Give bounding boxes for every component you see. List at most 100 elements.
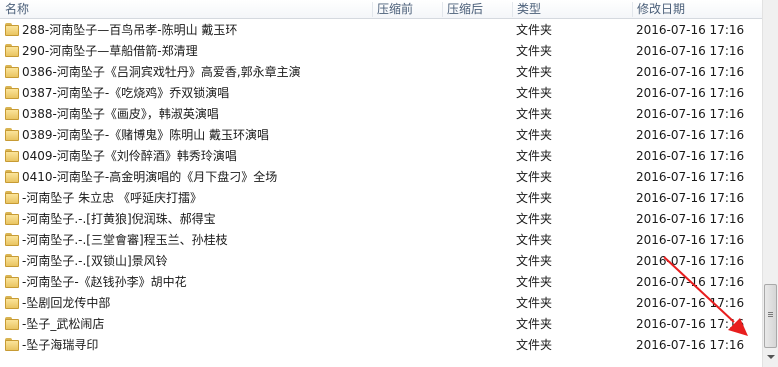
folder-icon — [4, 253, 20, 267]
file-name-cell: -坠子_武松闹店 — [4, 314, 370, 335]
file-name: 0409-河南坠子《刘伶醉酒》韩秀玲演唱 — [22, 149, 237, 163]
column-type-label: 类型 — [517, 2, 542, 16]
file-name: -河南坠子-《赵钱孙李》胡中花 — [22, 275, 187, 289]
file-type: 文件夹 — [516, 23, 553, 37]
file-name-cell: -河南坠子 朱立忠 《呼延庆打擂》 — [4, 188, 370, 209]
vertical-scrollbar[interactable] — [762, 0, 778, 367]
file-name: -河南坠子.-.[三堂會審]程玉兰、孙桂枝 — [22, 233, 228, 247]
file-type: 文件夹 — [516, 107, 553, 121]
file-type: 文件夹 — [516, 170, 553, 184]
folder-icon — [4, 211, 20, 225]
file-type: 文件夹 — [516, 275, 553, 289]
table-row[interactable]: -坠子_武松闹店 文件夹 2016-07-16 17:16 — [0, 314, 762, 335]
file-name-cell: 0388-河南坠子《画皮》，韩淑英演唱 — [4, 104, 370, 125]
file-type: 文件夹 — [516, 338, 553, 352]
file-name: 0389-河南坠子-《赌博鬼》陈明山 戴玉环演唱 — [22, 128, 270, 142]
file-date: 2016-07-16 17:16 — [636, 65, 745, 79]
file-date: 2016-07-16 17:16 — [636, 338, 745, 352]
file-date: 2016-07-16 17:16 — [636, 317, 745, 331]
column-modified-header[interactable]: 修改日期 — [632, 0, 762, 19]
folder-icon — [4, 43, 20, 57]
file-date: 2016-07-16 17:16 — [636, 128, 745, 142]
column-compressed-after-header[interactable]: 压缩后 — [442, 0, 512, 19]
file-name-cell: 290-河南坠子—草船借箭-郑清理 — [4, 41, 370, 62]
file-name-cell: 0387-河南坠子-《吃烧鸡》乔双锁演唱 — [4, 83, 370, 104]
table-row[interactable]: -坠子海瑞寻印 文件夹 2016-07-16 17:16 — [0, 335, 762, 356]
folder-icon — [4, 64, 20, 78]
file-name: 0387-河南坠子-《吃烧鸡》乔双锁演唱 — [22, 86, 230, 100]
column-name-header[interactable]: 名称 — [0, 0, 374, 19]
folder-icon — [4, 274, 20, 288]
table-row[interactable]: 0410-河南坠子-高金明演唱的《月下盘刁》全场 文件夹 2016-07-16 17… — [0, 167, 762, 188]
file-name: 0388-河南坠子《画皮》，韩淑英演唱 — [22, 107, 219, 121]
file-date: 2016-07-16 17:16 — [636, 107, 745, 121]
file-name-cell: 0410-河南坠子-高金明演唱的《月下盘刁》全场 — [4, 167, 370, 188]
folder-icon — [4, 85, 20, 99]
file-date: 2016-07-16 17:16 — [636, 254, 745, 268]
file-date: 2016-07-16 17:16 — [636, 191, 745, 205]
table-row[interactable]: -河南坠子 朱立忠 《呼延庆打擂》 文件夹 2016-07-16 17:16 — [0, 188, 762, 209]
table-row[interactable]: 0386-河南坠子《吕洞宾戏牡丹》高爱香,郭永章主演 文件夹 2016-07-16 … — [0, 62, 762, 83]
file-date: 2016-07-16 17:16 — [636, 149, 745, 163]
column-header: 名称 压缩前 压缩后 类型 修改日期 — [0, 0, 762, 19]
file-name-cell: 288-河南坠子—百鸟吊孝-陈明山 戴玉环 — [4, 20, 370, 41]
table-row[interactable]: -河南坠子-《赵钱孙李》胡中花 文件夹 2016-07-16 17:16 — [0, 272, 762, 293]
file-name-cell: 0386-河南坠子《吕洞宾戏牡丹》高爱香,郭永章主演 — [4, 62, 370, 83]
table-row[interactable]: -河南坠子.-.[三堂會審]程玉兰、孙桂枝 文件夹 2016-07-16 17:16 — [0, 230, 762, 251]
file-type: 文件夹 — [516, 317, 553, 331]
file-date: 2016-07-16 17:16 — [636, 23, 745, 37]
scroll-down-arrow-icon[interactable] — [767, 355, 775, 359]
table-row[interactable]: -河南坠子.-.[双锁山]景风铃 文件夹 2016-07-16 17:16 — [0, 251, 762, 272]
folder-icon — [4, 22, 20, 36]
file-name: -河南坠子.-.[双锁山]景风铃 — [22, 254, 168, 268]
folder-icon — [4, 295, 20, 309]
file-name-cell: -河南坠子.-.[打黄狼]倪润珠、郝得宝 — [4, 209, 370, 230]
file-name: 288-河南坠子—百鸟吊孝-陈明山 戴玉环 — [22, 23, 238, 37]
table-row[interactable]: -坠剧回龙传中部 文件夹 2016-07-16 17:16 — [0, 293, 762, 314]
file-date: 2016-07-16 17:16 — [636, 170, 745, 184]
table-row[interactable]: 0388-河南坠子《画皮》，韩淑英演唱 文件夹 2016-07-16 17:16 — [0, 104, 762, 125]
file-name-cell: -坠剧回龙传中部 — [4, 293, 370, 314]
table-row[interactable]: 288-河南坠子—百鸟吊孝-陈明山 戴玉环 文件夹 2016-07-16 17:16 — [0, 20, 762, 41]
table-row[interactable]: -河南坠子.-.[打黄狼]倪润珠、郝得宝 文件夹 2016-07-16 17:16 — [0, 209, 762, 230]
file-name: -坠剧回龙传中部 — [22, 296, 111, 310]
file-name: 0386-河南坠子《吕洞宾戏牡丹》高爱香,郭永章主演 — [22, 65, 301, 79]
file-type: 文件夹 — [516, 191, 553, 205]
file-name-cell: 0389-河南坠子-《赌博鬼》陈明山 戴玉环演唱 — [4, 125, 370, 146]
file-name-cell: -河南坠子.-.[双锁山]景风铃 — [4, 251, 370, 272]
column-compressed-before-label: 压缩前 — [377, 2, 414, 16]
table-row[interactable]: 290-河南坠子—草船借箭-郑清理 文件夹 2016-07-16 17:16 — [0, 41, 762, 62]
file-list: 288-河南坠子—百鸟吊孝-陈明山 戴玉环 文件夹 2016-07-16 17:16… — [0, 20, 762, 367]
file-type: 文件夹 — [516, 296, 553, 310]
scrollbar-thumb[interactable] — [764, 284, 777, 348]
column-modified-label: 修改日期 — [637, 2, 686, 16]
file-date: 2016-07-16 17:16 — [636, 233, 745, 247]
file-name-cell: -河南坠子-《赵钱孙李》胡中花 — [4, 272, 370, 293]
table-row[interactable]: 0409-河南坠子《刘伶醉酒》韩秀玲演唱 文件夹 2016-07-16 17:16 — [0, 146, 762, 167]
file-date: 2016-07-16 17:16 — [636, 44, 745, 58]
file-name: -河南坠子.-.[打黄狼]倪润珠、郝得宝 — [22, 212, 216, 226]
file-type: 文件夹 — [516, 233, 553, 247]
thumb-grip — [768, 312, 773, 313]
file-date: 2016-07-16 17:16 — [636, 296, 745, 310]
file-type: 文件夹 — [516, 128, 553, 142]
file-type: 文件夹 — [516, 86, 553, 100]
column-compressed-before-header[interactable]: 压缩前 — [372, 0, 444, 19]
thumb-grip — [768, 314, 773, 315]
table-row[interactable]: 0389-河南坠子-《赌博鬼》陈明山 戴玉环演唱 文件夹 2016-07-16 17… — [0, 125, 762, 146]
folder-icon — [4, 316, 20, 330]
folder-icon — [4, 106, 20, 120]
file-name: 290-河南坠子—草船借箭-郑清理 — [22, 44, 198, 58]
table-row[interactable]: 0387-河南坠子-《吃烧鸡》乔双锁演唱 文件夹 2016-07-16 17:16 — [0, 83, 762, 104]
folder-icon — [4, 127, 20, 141]
file-name: -坠子_武松闹店 — [22, 317, 105, 331]
folder-icon — [4, 337, 20, 351]
file-date: 2016-07-16 17:16 — [636, 275, 745, 289]
column-name-label: 名称 — [5, 2, 30, 16]
file-type: 文件夹 — [516, 44, 553, 58]
column-type-header[interactable]: 类型 — [512, 0, 632, 19]
column-compressed-after-label: 压缩后 — [447, 2, 484, 16]
file-type: 文件夹 — [516, 149, 553, 163]
file-name-cell: -坠子海瑞寻印 — [4, 335, 370, 356]
file-date: 2016-07-16 17:16 — [636, 212, 745, 226]
